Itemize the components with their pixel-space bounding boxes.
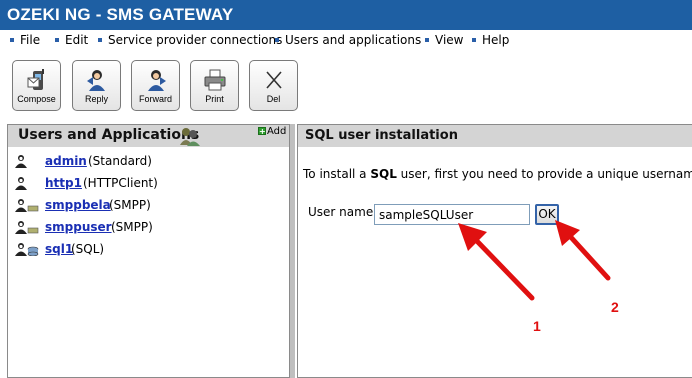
user-type: (SQL) bbox=[71, 242, 105, 256]
user-icon bbox=[14, 154, 28, 171]
compose-icon bbox=[13, 67, 60, 93]
reply-button[interactable]: Reply bbox=[72, 60, 121, 111]
menu-file[interactable]: File bbox=[10, 33, 40, 47]
print-button[interactable]: Print bbox=[190, 60, 239, 111]
forward-icon bbox=[132, 67, 179, 93]
users-panel-title: Users and Applications bbox=[18, 127, 200, 143]
users-panel-header: Users and Applications +Add bbox=[8, 125, 292, 147]
menu-bullet-icon bbox=[472, 37, 476, 42]
sql-install-title: SQL user installation bbox=[305, 128, 458, 143]
user-name-link[interactable]: smppuser bbox=[45, 220, 112, 234]
forward-button[interactable]: Forward bbox=[131, 60, 180, 111]
instruction-text: To install a SQL user, first you need to… bbox=[303, 167, 692, 181]
ok-button[interactable]: OK bbox=[535, 204, 559, 225]
printer-icon bbox=[191, 67, 238, 93]
toolbar: Compose Reply Forward Print Del bbox=[0, 52, 692, 118]
sql-user-icon bbox=[14, 242, 40, 259]
compose-button[interactable]: Compose bbox=[12, 60, 61, 111]
sql-install-panel: SQL user installation To install a SQL u… bbox=[297, 124, 692, 378]
menu-help[interactable]: Help bbox=[472, 33, 509, 47]
menu-bullet-icon bbox=[98, 37, 102, 42]
people-icon bbox=[179, 126, 201, 149]
delete-icon bbox=[250, 67, 297, 93]
users-panel-scrollbar[interactable] bbox=[289, 124, 295, 378]
user-name-link[interactable]: smppbela bbox=[45, 198, 111, 212]
username-label: User name: bbox=[308, 205, 378, 219]
user-type: (SMPP) bbox=[111, 220, 153, 234]
user-icon bbox=[14, 176, 28, 193]
add-user-button[interactable]: +Add bbox=[258, 126, 286, 137]
username-input[interactable] bbox=[374, 204, 530, 225]
menu-view[interactable]: View bbox=[425, 33, 463, 47]
user-name-link[interactable]: http1 bbox=[45, 176, 82, 190]
sql-install-header: SQL user installation bbox=[298, 125, 692, 147]
user-type: (HTTPClient) bbox=[83, 176, 158, 190]
delete-button[interactable]: Del bbox=[249, 60, 298, 111]
annotation-number-one: 1 bbox=[533, 318, 541, 334]
user-type: (Standard) bbox=[88, 154, 152, 168]
user-type: (SMPP) bbox=[109, 198, 151, 212]
plus-icon: + bbox=[258, 127, 266, 136]
window-title: OZEKI NG - SMS GATEWAY bbox=[0, 0, 692, 30]
menu-bullet-icon bbox=[275, 37, 279, 42]
reply-icon bbox=[73, 67, 120, 93]
menu-bullet-icon bbox=[425, 37, 429, 42]
users-panel: Users and Applications +Add admin (Stand… bbox=[7, 124, 292, 378]
menu-edit[interactable]: Edit bbox=[55, 33, 88, 47]
menu-bar: File Edit Service provider connections U… bbox=[0, 30, 692, 52]
smpp-user-icon bbox=[14, 198, 40, 215]
smpp-user-icon bbox=[14, 220, 40, 237]
menu-users-and-applications[interactable]: Users and applications bbox=[275, 33, 421, 47]
annotation-number-two: 2 bbox=[611, 299, 619, 315]
menu-service-provider-connections[interactable]: Service provider connections bbox=[98, 33, 282, 47]
user-name-link[interactable]: admin bbox=[45, 154, 87, 168]
user-name-link[interactable]: sql1 bbox=[45, 242, 73, 256]
menu-bullet-icon bbox=[10, 37, 14, 42]
menu-bullet-icon bbox=[55, 37, 59, 42]
